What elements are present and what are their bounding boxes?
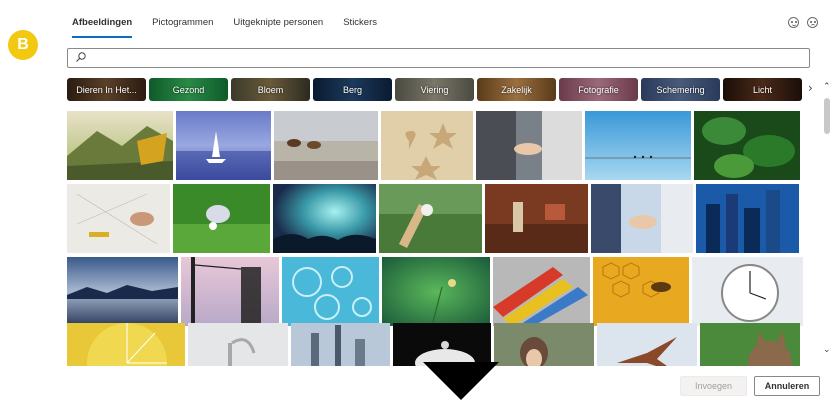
image-thumbnail[interactable] <box>493 257 590 326</box>
tab-pictogrammen[interactable]: Pictogrammen <box>152 12 213 38</box>
scrollbar[interactable]: ⌃ ⌄ <box>822 82 834 367</box>
image-thumbnail[interactable] <box>485 184 588 253</box>
image-thumbnail[interactable] <box>585 111 691 180</box>
category-fotografie[interactable]: Fotografie <box>559 78 638 101</box>
image-thumbnail[interactable] <box>181 257 279 326</box>
category-licht[interactable]: Licht <box>723 78 802 101</box>
chevron-down-icon[interactable]: ⌄ <box>823 345 831 355</box>
image-grid <box>67 111 807 366</box>
image-thumbnail[interactable] <box>176 111 271 180</box>
image-thumbnail[interactable] <box>67 184 170 253</box>
search-box <box>67 48 810 68</box>
category-zakelijk[interactable]: Zakelijk <box>477 78 556 101</box>
image-thumbnail[interactable] <box>591 184 693 253</box>
category-schemering[interactable]: Schemering <box>641 78 720 101</box>
category-berg[interactable]: Berg <box>313 78 392 101</box>
image-thumbnail[interactable] <box>67 111 173 180</box>
image-thumbnail[interactable] <box>597 323 697 366</box>
image-thumbnail[interactable] <box>593 257 689 326</box>
category-viering[interactable]: Viering <box>395 78 474 101</box>
category-bloem[interactable]: Bloem <box>231 78 310 101</box>
app-badge: B <box>8 30 38 60</box>
image-thumbnail[interactable] <box>379 184 482 253</box>
image-thumbnail[interactable] <box>291 323 390 366</box>
image-thumbnail[interactable] <box>494 323 594 366</box>
image-thumbnail[interactable] <box>282 257 379 326</box>
image-thumbnail[interactable] <box>476 111 582 180</box>
search-input[interactable] <box>92 50 796 68</box>
image-thumbnail[interactable] <box>700 323 800 366</box>
chevron-up-icon[interactable]: ⌃ <box>823 82 831 92</box>
category-dieren[interactable]: Dieren In Het... <box>67 78 146 101</box>
cancel-button[interactable]: Annuleren <box>754 376 820 396</box>
tab-stickers[interactable]: Stickers <box>343 12 377 38</box>
image-thumbnail[interactable] <box>694 111 800 180</box>
tab-uitgeknipte-personen[interactable]: Uitgeknipte personen <box>233 12 323 38</box>
tab-afbeeldingen[interactable]: Afbeeldingen <box>72 12 133 38</box>
category-strip: Dieren In Het... Gezond Bloem Berg Vieri… <box>67 78 802 101</box>
image-thumbnail[interactable] <box>67 323 185 366</box>
image-thumbnail[interactable] <box>273 184 376 253</box>
image-thumbnail[interactable] <box>696 184 799 253</box>
image-thumbnail[interactable] <box>393 323 491 366</box>
chevron-right-icon[interactable]: › <box>808 81 818 97</box>
image-thumbnail[interactable] <box>381 111 473 180</box>
insert-button[interactable]: Invoegen <box>680 376 747 396</box>
search-icon <box>76 52 86 62</box>
smiley-icon[interactable] <box>788 17 799 28</box>
image-thumbnail[interactable] <box>692 257 803 326</box>
category-gezond[interactable]: Gezond <box>149 78 228 101</box>
image-thumbnail[interactable] <box>274 111 378 180</box>
image-thumbnail[interactable] <box>188 323 288 366</box>
image-thumbnail[interactable] <box>382 257 490 326</box>
scrollbar-thumb[interactable] <box>824 98 830 134</box>
pointer-cursor-icon <box>423 362 499 400</box>
frown-icon[interactable] <box>807 17 818 28</box>
image-thumbnail[interactable] <box>173 184 270 253</box>
tab-bar: Afbeeldingen Pictogrammen Uitgeknipte pe… <box>72 12 377 38</box>
image-thumbnail[interactable] <box>67 257 178 326</box>
